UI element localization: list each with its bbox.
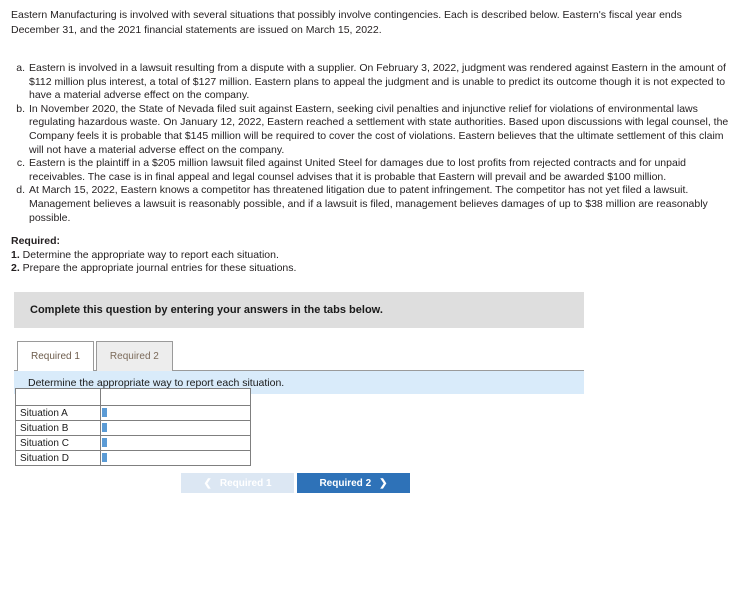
dropdown-situation-c[interactable] — [101, 436, 250, 450]
dropdown-situation-d[interactable] — [101, 451, 250, 465]
situation-text: In November 2020, the State of Nevada fi… — [29, 102, 729, 156]
tab-bar: Required 1 Required 2 — [14, 340, 584, 371]
row-select-cell-situation-d[interactable] — [100, 450, 251, 466]
table-row: Situation A — [15, 405, 251, 421]
dropdown-situation-a[interactable] — [101, 406, 250, 420]
table-row: Situation B — [15, 420, 251, 436]
dropdown-situation-b[interactable] — [101, 421, 250, 435]
row-label-situation-c: Situation C — [15, 435, 101, 451]
question-page: Eastern Manufacturing is involved with s… — [0, 0, 756, 594]
row-label-situation-d: Situation D — [15, 450, 101, 466]
situation-text: At March 15, 2022, Eastern knows a compe… — [29, 184, 708, 224]
table-header-row — [15, 388, 251, 406]
situation-item: b. In November 2020, the State of Nevada… — [11, 103, 733, 157]
situation-marker: b. — [16, 102, 25, 115]
panel-nav-buttons: ❮ Required 1 Required 2 ❯ — [181, 473, 410, 493]
table-header-cell-value — [100, 388, 251, 406]
required-item-1-text: Determine the appropriate way to report … — [19, 248, 279, 261]
chevron-right-icon: ❯ — [379, 477, 388, 489]
situation-item: c. Eastern is the plaintiff in a $205 mi… — [11, 157, 733, 184]
next-required-2-button[interactable]: Required 2 ❯ — [297, 473, 410, 493]
row-label-situation-a: Situation A — [15, 405, 101, 421]
required-item-1-number: 1. — [11, 248, 20, 261]
prev-required-1-button[interactable]: ❮ Required 1 — [181, 473, 294, 493]
prev-button-label: Required 1 — [219, 477, 272, 489]
chevron-down-icon — [102, 438, 107, 447]
situation-item: d. At March 15, 2022, Eastern knows a co… — [11, 184, 733, 225]
row-label-situation-b: Situation B — [15, 420, 101, 436]
required-heading: Required: — [11, 235, 61, 247]
chevron-down-icon — [102, 408, 107, 417]
chevron-left-icon: ❮ — [203, 477, 212, 489]
situation-item: a. Eastern is involved in a lawsuit resu… — [11, 62, 733, 103]
table-header-cell-label — [15, 388, 101, 406]
required-block: Required: 1. Determine the appropriate w… — [11, 235, 296, 276]
row-select-cell-situation-a[interactable] — [100, 405, 251, 421]
situation-marker: a. — [16, 62, 25, 74]
required-item-2: 2. Prepare the appropriate journal entri… — [11, 262, 296, 276]
tab-required-2[interactable]: Required 2 — [95, 341, 173, 371]
row-select-cell-situation-c[interactable] — [100, 435, 251, 451]
situation-text: Eastern is the plaintiff in a $205 milli… — [29, 157, 686, 183]
tab-required-1[interactable]: Required 1 — [17, 341, 94, 371]
situation-text: Eastern is involved in a lawsuit resulti… — [29, 62, 726, 102]
answer-table: Situation A Situation B Situation C Situ… — [15, 388, 251, 466]
answer-panel: Complete this question by entering your … — [14, 292, 584, 394]
chevron-down-icon — [102, 423, 107, 432]
required-item-2-number: 2. — [11, 262, 20, 274]
chevron-down-icon — [102, 453, 107, 462]
panel-banner: Complete this question by entering your … — [14, 292, 584, 328]
required-item-2-text: Prepare the appropriate journal entries … — [19, 262, 297, 274]
intro-paragraph: Eastern Manufacturing is involved with s… — [11, 9, 682, 36]
row-select-cell-situation-b[interactable] — [100, 420, 251, 436]
situation-marker: d. — [16, 184, 25, 197]
table-row: Situation D — [15, 450, 251, 466]
situation-marker: c. — [16, 157, 25, 170]
next-button-label: Required 2 — [319, 477, 372, 489]
table-row: Situation C — [15, 435, 251, 451]
situations-list: a. Eastern is involved in a lawsuit resu… — [11, 62, 733, 225]
required-item-1: 1. Determine the appropriate way to repo… — [11, 249, 296, 263]
